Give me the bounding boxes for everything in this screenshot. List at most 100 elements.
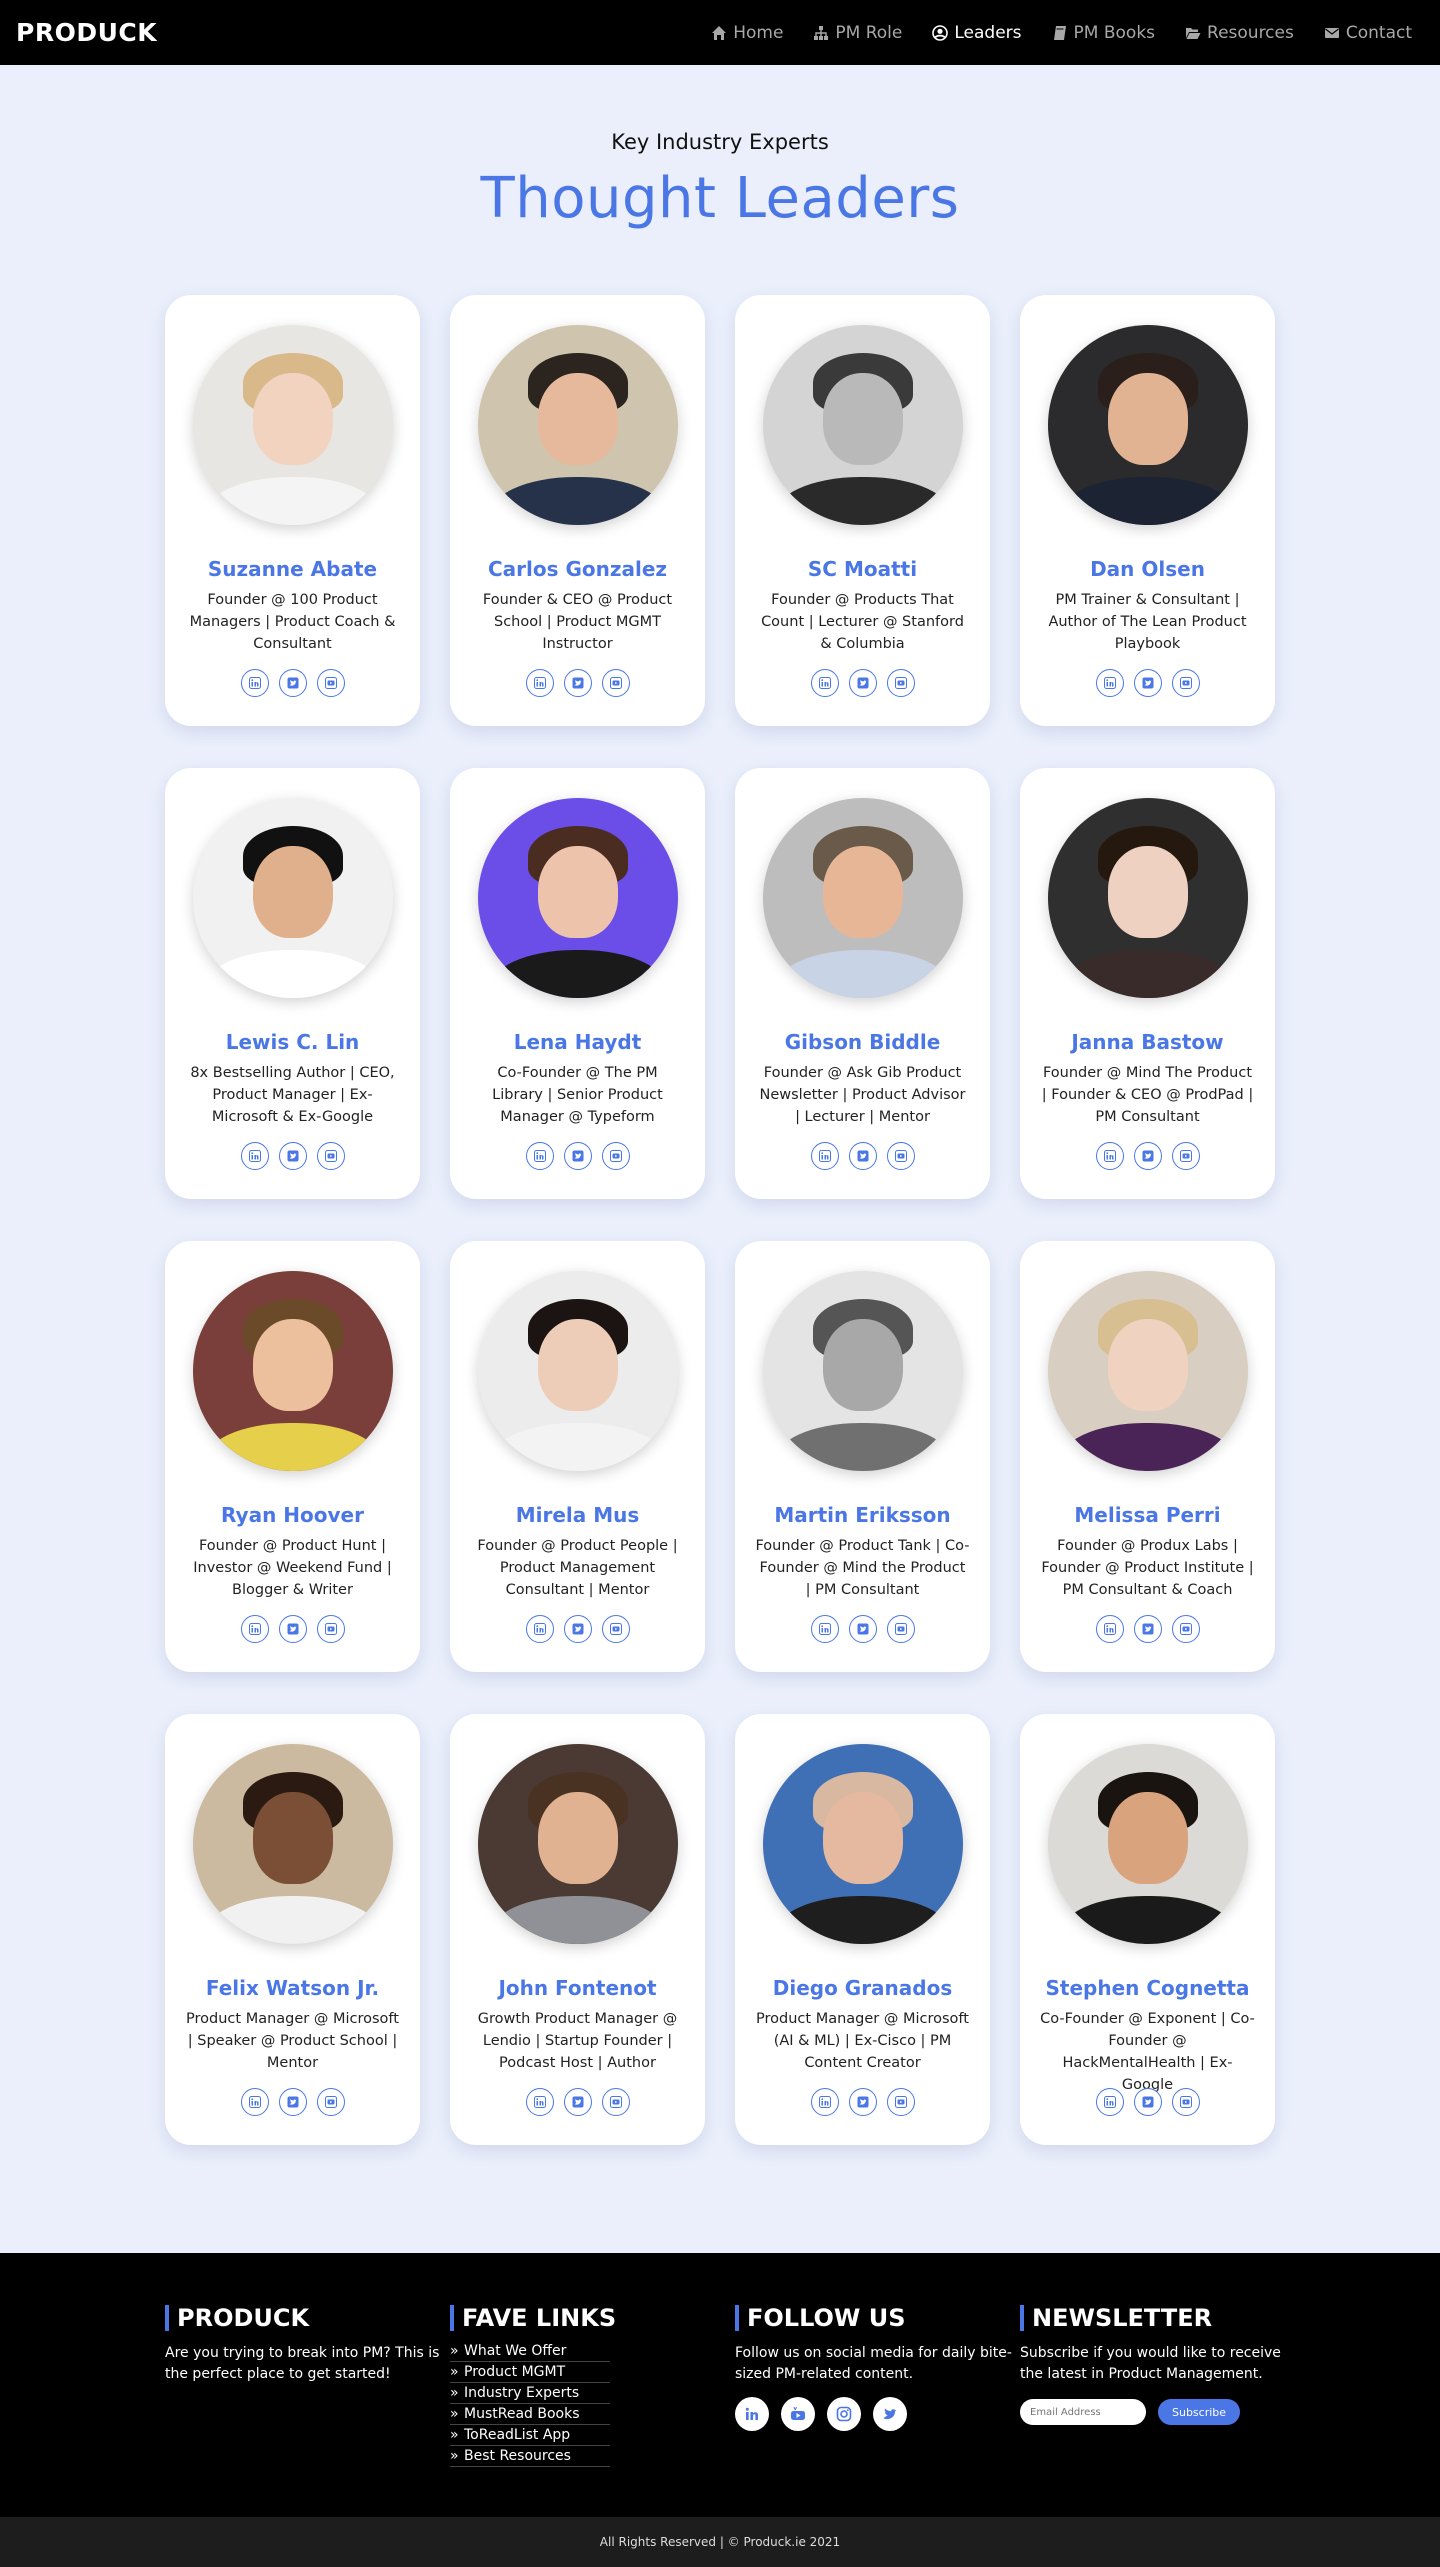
linkedin-icon — [248, 2096, 261, 2108]
twitter-link[interactable] — [848, 669, 877, 697]
twitter-link[interactable] — [278, 669, 307, 697]
linkedin-link[interactable] — [525, 669, 554, 697]
avatar — [477, 1271, 678, 1471]
leader-name: Lena Haydt — [513, 1030, 642, 1054]
youtube-link[interactable] — [886, 2088, 915, 2116]
linkedin-link[interactable] — [525, 1615, 554, 1643]
nav-item-pm-books[interactable]: PM Books — [1052, 23, 1155, 43]
twitter-icon — [572, 2096, 583, 2108]
twitter-link[interactable] — [848, 1142, 877, 1170]
youtube-link[interactable] — [601, 2088, 630, 2116]
avatar-shirt — [487, 1423, 668, 1471]
twitter-icon — [1142, 1623, 1153, 1635]
youtube-icon — [609, 1150, 622, 1162]
youtube-link[interactable] — [886, 1615, 915, 1643]
leader-role: Co-Founder @ The PM Library | Senior Pro… — [492, 1065, 663, 1125]
twitter-link[interactable] — [1133, 1142, 1162, 1170]
avatar-shirt — [487, 1896, 668, 1944]
linkedin-link[interactable] — [240, 2088, 269, 2116]
twitter-link[interactable] — [278, 1142, 307, 1170]
subscribe-button[interactable]: Subscribe — [1158, 2399, 1241, 2425]
youtube-link[interactable] — [601, 669, 630, 697]
leader-role: Founder @ Product People | Product Manag… — [477, 1538, 678, 1598]
twitter-link[interactable] — [563, 669, 592, 697]
footer-link[interactable]: Best Resources — [450, 2446, 610, 2467]
footer-link[interactable]: What We Offer — [450, 2341, 610, 2362]
twitter-icon — [857, 677, 868, 689]
nav-item-resources[interactable]: Resources — [1185, 23, 1294, 43]
youtube-link[interactable] — [1171, 669, 1200, 697]
leader-card: Stephen Cognetta Co-Founder @ Exponent |… — [1020, 1714, 1275, 2145]
footer-link[interactable]: Product MGMT — [450, 2362, 610, 2383]
brand-logo[interactable]: PRODUCK — [16, 18, 157, 47]
youtube-link[interactable] — [1171, 1142, 1200, 1170]
twitter-link[interactable] — [1133, 669, 1162, 697]
twitter-link[interactable] — [848, 2088, 877, 2116]
avatar-face — [1107, 373, 1188, 465]
twitter-link[interactable] — [278, 1615, 307, 1643]
youtube-link[interactable] — [316, 1142, 345, 1170]
youtube-icon — [894, 1150, 907, 1162]
linkedin-link[interactable] — [1095, 1615, 1124, 1643]
youtube-link[interactable] — [601, 1615, 630, 1643]
leader-card: Diego Granados Product Manager @ Microso… — [735, 1714, 990, 2145]
leader-role: PM Trainer & Consultant | Author of The … — [1048, 592, 1247, 652]
nav-item-leaders[interactable]: Leaders — [932, 23, 1022, 43]
twitter-link[interactable] — [848, 1615, 877, 1643]
footer-twitter-link[interactable] — [873, 2397, 907, 2431]
footer-linkedin-link[interactable] — [735, 2397, 769, 2431]
avatar — [477, 798, 678, 998]
linkedin-icon — [533, 677, 546, 689]
linkedin-link[interactable] — [525, 1142, 554, 1170]
leader-name: Ryan Hoover — [221, 1503, 364, 1527]
youtube-icon — [324, 2096, 337, 2108]
youtube-link[interactable] — [886, 669, 915, 697]
avatar-shirt — [1057, 950, 1238, 998]
avatar-face — [252, 1319, 333, 1411]
linkedin-link[interactable] — [810, 1615, 839, 1643]
leader-card: Melissa Perri Founder @ Produx Labs | Fo… — [1020, 1241, 1275, 1672]
linkedin-link[interactable] — [1095, 669, 1124, 697]
youtube-link[interactable] — [316, 1615, 345, 1643]
leader-socials — [240, 669, 345, 697]
youtube-link[interactable] — [886, 1142, 915, 1170]
footer-link[interactable]: MustRead Books — [450, 2404, 610, 2425]
leader-card: Carlos Gonzalez Founder & CEO @ Product … — [450, 295, 705, 726]
nav-item-contact[interactable]: Contact — [1324, 23, 1412, 43]
youtube-link[interactable] — [601, 1142, 630, 1170]
youtube-link[interactable] — [316, 2088, 345, 2116]
twitter-link[interactable] — [278, 2088, 307, 2116]
leader-card: Lena Haydt Co-Founder @ The PM Library |… — [450, 768, 705, 1199]
twitter-link[interactable] — [563, 1142, 592, 1170]
home-icon — [712, 25, 727, 40]
youtube-link[interactable] — [316, 669, 345, 697]
linkedin-link[interactable] — [240, 1615, 269, 1643]
linkedin-link[interactable] — [240, 669, 269, 697]
nav-item-label: Resources — [1207, 22, 1294, 43]
youtube-link[interactable] — [1171, 2088, 1200, 2116]
footer-link[interactable]: ToReadList App — [450, 2425, 610, 2446]
linkedin-link[interactable] — [810, 2088, 839, 2116]
linkedin-link[interactable] — [810, 669, 839, 697]
linkedin-link[interactable] — [1095, 1142, 1124, 1170]
twitter-link[interactable] — [563, 1615, 592, 1643]
email-input[interactable] — [1020, 2399, 1146, 2425]
footer-youtube-link[interactable] — [781, 2397, 815, 2431]
linkedin-link[interactable] — [240, 1142, 269, 1170]
book-icon — [1053, 25, 1066, 40]
twitter-link[interactable] — [1133, 2088, 1162, 2116]
youtube-link[interactable] — [1171, 1615, 1200, 1643]
twitter-link[interactable] — [1133, 1615, 1162, 1643]
nav-item-home[interactable]: Home — [711, 23, 783, 43]
linkedin-link[interactable] — [810, 1142, 839, 1170]
youtube-icon — [1179, 2096, 1192, 2108]
twitter-icon — [857, 1150, 868, 1162]
nav-item-pm-role[interactable]: PM Role — [813, 23, 902, 43]
linkedin-link[interactable] — [1095, 2088, 1124, 2116]
linkedin-link[interactable] — [525, 2088, 554, 2116]
avatar-shirt — [1057, 1423, 1238, 1471]
leader-card: Suzanne Abate Founder @ 100 Product Mana… — [165, 295, 420, 726]
twitter-link[interactable] — [563, 2088, 592, 2116]
footer-link[interactable]: Industry Experts — [450, 2383, 610, 2404]
footer-instagram-link[interactable] — [827, 2397, 861, 2431]
